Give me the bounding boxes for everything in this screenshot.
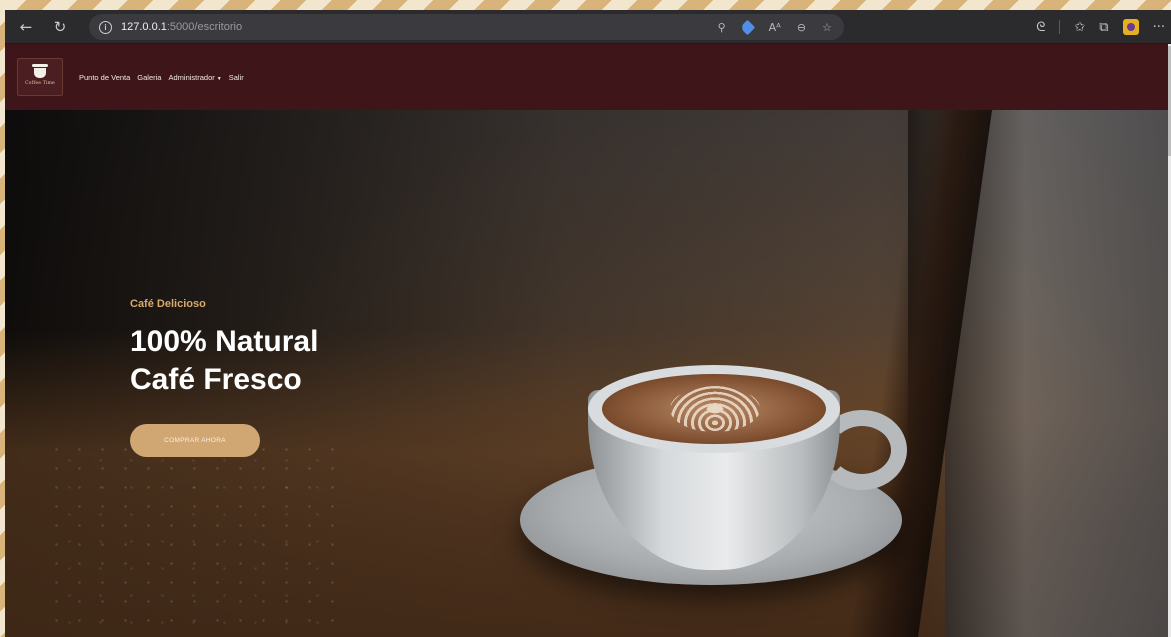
nav-links: Punto de Venta Galeria Administrador ▼ Sa… (79, 73, 244, 82)
browser-toolbar: ← ↻ i 127.0.0.1:5000/escritorio ⚲ Aᴬ ⊖ ☆… (5, 10, 1171, 44)
nav-item-administrador-label: Administrador (168, 72, 215, 82)
toolbar-divider (1059, 20, 1061, 34)
browser-actions: ᘓ ✩ ⧉ ··· (1036, 10, 1165, 44)
favorites-icon[interactable]: ✩ (1074, 20, 1085, 35)
tag-icon[interactable] (739, 19, 755, 35)
extension-icon[interactable] (1122, 19, 1139, 35)
hero-background-droplets (45, 440, 345, 630)
collections-icon[interactable]: ⧉ (1099, 20, 1108, 35)
refresh-icon[interactable]: ↻ (47, 14, 73, 40)
read-aloud-icon[interactable]: Aᴬ (769, 21, 781, 34)
browser-window: ← ↻ i 127.0.0.1:5000/escritorio ⚲ Aᴬ ⊖ ☆… (5, 10, 1171, 637)
arrow-left-icon[interactable]: ← (13, 14, 39, 40)
nav-item-galeria[interactable]: Galeria (137, 73, 161, 82)
hero-title: 100% Natural Café Fresco (130, 325, 319, 396)
info-icon[interactable]: i (99, 20, 112, 34)
star-add-icon[interactable]: ☆ (822, 21, 832, 34)
cup-icon (32, 64, 48, 78)
hero-eyebrow: Café Delicioso (130, 298, 206, 310)
address-bar[interactable]: i 127.0.0.1:5000/escritorio ⚲ Aᴬ ⊖ ☆ (89, 14, 844, 40)
hero-content: Café Delicioso 100% Natural Café Fresco … (130, 298, 318, 457)
copilot-icon[interactable]: ᘓ (1036, 20, 1045, 35)
zoom-icon[interactable]: ⊖ (797, 21, 806, 34)
address-path: :5000/escritorio (166, 21, 243, 33)
more-icon[interactable]: ··· (1153, 20, 1165, 35)
address-host: 127.0.0.1 (121, 21, 167, 33)
address-bar-icons: ⚲ Aᴬ ⊖ ☆ (718, 14, 832, 40)
nav-item-punto-de-venta[interactable]: Punto de Venta (79, 73, 130, 82)
nav-item-administrador[interactable]: Administrador ▼ (168, 73, 221, 82)
web-page: Coffee Time Punto de Venta Galeria Admin… (5, 44, 1168, 637)
latte-art-image (670, 386, 760, 432)
search-icon[interactable]: ⚲ (718, 21, 726, 34)
caret-down-icon: ▼ (216, 75, 222, 82)
hero-section: Café Delicioso 100% Natural Café Fresco … (5, 110, 1168, 637)
buy-now-button[interactable]: COMPRAR AHORA (130, 424, 260, 457)
site-logo[interactable]: Coffee Time (17, 58, 63, 96)
nav-item-salir[interactable]: Salir (229, 73, 244, 82)
site-navbar: Coffee Time Punto de Venta Galeria Admin… (5, 44, 1168, 110)
logo-text: Coffee Time (25, 81, 55, 86)
